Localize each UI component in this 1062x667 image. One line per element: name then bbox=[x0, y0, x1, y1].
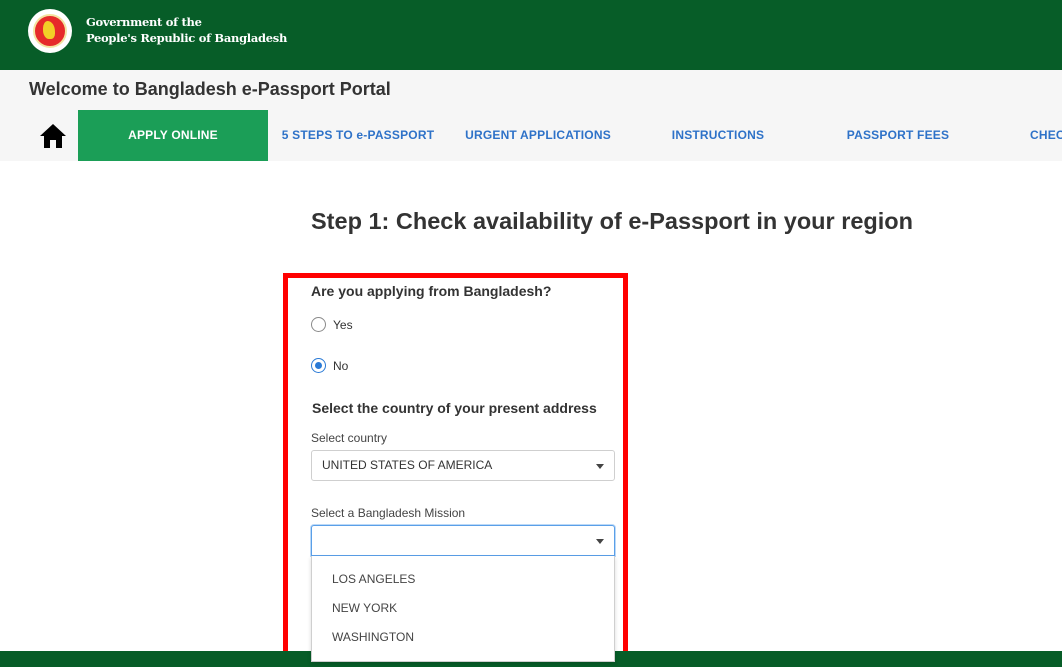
nav-check-status[interactable]: CHEC bbox=[1030, 110, 1062, 161]
home-icon bbox=[40, 124, 66, 148]
nav-urgent-applications[interactable]: URGENT APPLICATIONS bbox=[448, 110, 628, 161]
mission-select[interactable] bbox=[311, 525, 615, 556]
nav-instructions[interactable]: INSTRUCTIONS bbox=[628, 110, 808, 161]
country-section-heading: Select the country of your present addre… bbox=[312, 400, 597, 416]
country-select-value: UNITED STATES OF AMERICA bbox=[322, 458, 493, 472]
mission-label: Select a Bangladesh Mission bbox=[311, 506, 466, 520]
step-title: Step 1: Check availability of e-Passport… bbox=[311, 208, 914, 234]
chevron-down-icon bbox=[596, 464, 604, 469]
mission-option-new-york[interactable]: NEW YORK bbox=[332, 601, 397, 615]
radio-no[interactable]: No bbox=[311, 358, 348, 373]
mission-dropdown-list: LOS ANGELES NEW YORK WASHINGTON bbox=[311, 556, 615, 662]
nav-passport-fees[interactable]: PASSPORT FEES bbox=[808, 110, 988, 161]
radio-yes[interactable]: Yes bbox=[311, 317, 353, 332]
applying-from-question: Are you applying from Bangladesh? bbox=[311, 283, 552, 299]
government-title-line2: People's Republic of Bangladesh bbox=[86, 31, 288, 45]
nav-5-steps[interactable]: 5 STEPS TO e-PASSPORT bbox=[268, 110, 448, 161]
nav-apply-online[interactable]: APPLY ONLINE bbox=[78, 110, 268, 161]
emblem-map bbox=[43, 21, 55, 39]
government-title-line1: Government of the bbox=[86, 15, 202, 29]
portal-title: Welcome to Bangladesh e-Passport Portal bbox=[29, 79, 391, 99]
country-select[interactable]: UNITED STATES OF AMERICA bbox=[311, 450, 615, 481]
radio-no-label: No bbox=[333, 358, 349, 373]
home-button[interactable] bbox=[38, 122, 68, 150]
mission-option-washington[interactable]: WASHINGTON bbox=[332, 630, 414, 644]
government-title[interactable]: Government of the People's Republic of B… bbox=[86, 14, 287, 46]
radio-no-input[interactable] bbox=[311, 358, 326, 373]
government-header: Government of the People's Republic of B… bbox=[0, 0, 1062, 70]
bangladesh-emblem-icon[interactable] bbox=[28, 9, 72, 53]
country-label: Select country bbox=[311, 431, 388, 445]
mission-option-los-angeles[interactable]: LOS ANGELES bbox=[332, 572, 415, 586]
chevron-down-icon bbox=[596, 539, 604, 544]
radio-yes-label: Yes bbox=[333, 317, 353, 332]
radio-yes-input[interactable] bbox=[311, 317, 326, 332]
